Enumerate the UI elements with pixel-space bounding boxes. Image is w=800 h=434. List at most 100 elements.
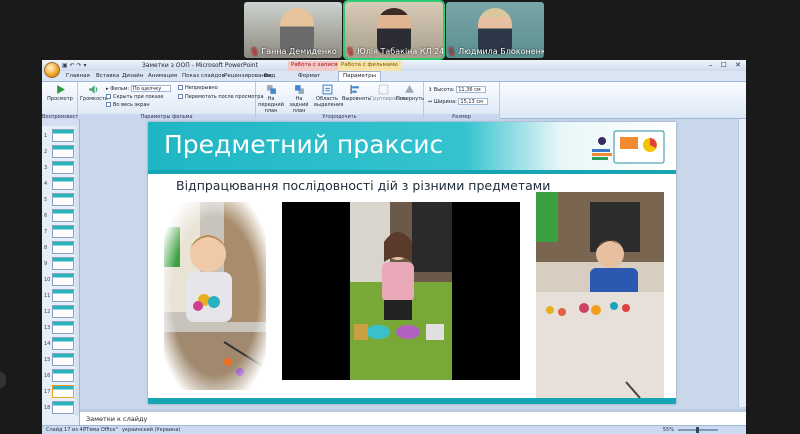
align-button[interactable]: Выровнять xyxy=(342,84,371,102)
bring-front-button[interactable]: На передний план xyxy=(258,84,284,114)
loop-checkbox[interactable]: Непрерывно xyxy=(178,85,218,91)
volume-button[interactable]: Громкость xyxy=(80,84,108,102)
mic-muted-icon: 🎙 xyxy=(446,47,457,56)
rotate-button[interactable]: Повернуть xyxy=(396,84,424,102)
presentation-illustration-icon xyxy=(592,130,665,164)
context-tab-picture: Работа с фильмами xyxy=(338,61,401,71)
slide-thumbnail[interactable]: 18 xyxy=(44,401,74,414)
status-theme: "Тема Office" xyxy=(84,427,118,433)
slide-thumbnail-number: 4 xyxy=(44,181,48,187)
ribbon-group-movie-options: Громкость ▸ Фильм: По щелчку Скрыть при … xyxy=(78,82,264,120)
height-input[interactable]: 11,36 см xyxy=(456,86,487,93)
slide-thumbnail[interactable]: 15 xyxy=(44,353,74,366)
preview-button[interactable]: Просмотр xyxy=(46,84,74,102)
align-icon xyxy=(350,85,359,94)
selection-pane-button[interactable]: Область выделения xyxy=(314,84,343,108)
tab-home[interactable]: Главная xyxy=(66,73,90,79)
slide-thumbnail[interactable]: 1 xyxy=(44,129,74,142)
slide-subtitle[interactable]: Відпрацювання послідовності дій з різним… xyxy=(176,178,550,193)
send-back-button[interactable]: На задний план xyxy=(286,84,312,114)
participant-tile-active[interactable]: 🎙 Юлія Табакіна КЛ 24 xyxy=(343,0,445,60)
ribbon-group-arrange: На передний план На задний план Область … xyxy=(256,82,424,120)
slide-thumbnail-number: 14 xyxy=(44,341,51,347)
status-language[interactable]: украинский (Украина) xyxy=(122,427,180,433)
quick-access-toolbar[interactable]: ▣ ↶ ↷ ▾ xyxy=(62,62,86,69)
group-icon xyxy=(378,84,388,95)
photo-boy-at-table[interactable] xyxy=(536,192,664,404)
slide-thumbnail-number: 7 xyxy=(44,229,48,235)
hide-during-show-checkbox[interactable]: Скрыть при показе xyxy=(106,94,164,100)
powerpoint-window: ▣ ↶ ↷ ▾ Заметки з ООП - Microsoft PowerP… xyxy=(42,60,746,434)
slide-thumbnail-number: 17 xyxy=(44,389,51,395)
slide-thumbnail[interactable]: 12 xyxy=(44,305,74,318)
tab-format[interactable]: Формат xyxy=(298,73,320,79)
slide-thumbnail-number: 6 xyxy=(44,213,48,219)
notes-pane[interactable]: Заметки к слайду xyxy=(80,409,746,425)
width-input[interactable]: 15,13 см xyxy=(458,98,489,105)
slide-canvas[interactable]: Предметний праксис Відпрацювання послідо… xyxy=(148,122,676,404)
speaker-icon xyxy=(88,85,97,94)
slide-header-band: Предметний праксис xyxy=(148,122,676,170)
slide-thumbnail[interactable]: 8 xyxy=(44,241,74,254)
slide-footer-band xyxy=(148,398,676,404)
slide-thumbnail-number: 18 xyxy=(44,405,51,411)
slide-thumbnail-number: 9 xyxy=(44,261,48,267)
slide-thumbnail-pane: 1 2 3 4 5 6 7 8 9 10 11 12 13 14 15 16 17 18 xyxy=(42,119,80,425)
status-bar: Слайд 17 из 40 "Тема Office" украинский … xyxy=(42,425,746,434)
tab-animation[interactable]: Анимация xyxy=(148,73,177,79)
slide-thumbnail-number: 12 xyxy=(44,309,51,315)
tab-options[interactable]: Параметры xyxy=(338,71,381,81)
slide-title[interactable]: Предметний праксис xyxy=(164,130,443,159)
slide-thumbnail[interactable]: 7 xyxy=(44,225,74,238)
status-zoom[interactable]: 55% xyxy=(663,427,674,433)
slide-thumbnail[interactable]: 2 xyxy=(44,145,74,158)
slide-scrollbar[interactable] xyxy=(738,119,746,407)
slide-thumbnail[interactable]: 14 xyxy=(44,337,74,350)
tab-view[interactable]: Вид xyxy=(264,73,275,79)
video-participant-strip: 🎙 Ганна Демиденко 🎙 Юлія Табакіна КЛ 24 🎙 Л… xyxy=(0,0,800,60)
rewind-checkbox[interactable]: Перемотать после просмотра xyxy=(178,94,264,100)
notes-placeholder: Заметки к слайду xyxy=(86,415,148,423)
participant-tile[interactable]: 🎙 Ганна Демиденко xyxy=(244,2,342,58)
slide-thumbnail[interactable]: 5 xyxy=(44,193,74,206)
slide-thumbnail[interactable]: 6 xyxy=(44,209,74,222)
slide-thumbnail[interactable]: 13 xyxy=(44,321,74,334)
slide-thumbnail[interactable]: 17 xyxy=(44,385,74,398)
slide-thumbnail[interactable]: 16 xyxy=(44,369,74,382)
slide-thumbnail[interactable]: 11 xyxy=(44,289,74,302)
slide-thumbnail-number: 10 xyxy=(44,277,51,283)
slide-thumbnail[interactable]: 10 xyxy=(44,273,74,286)
slide-thumbnail-number: 11 xyxy=(44,293,51,299)
office-button[interactable] xyxy=(44,62,60,78)
tab-design[interactable]: Дизайн xyxy=(122,73,143,79)
movie-start-select[interactable]: По щелчку xyxy=(130,85,171,92)
mic-muted-icon: 🎙 xyxy=(249,47,260,56)
slide-thumbnail[interactable]: 9 xyxy=(44,257,74,270)
photo-boy-with-toys[interactable] xyxy=(164,202,266,390)
status-slide-info: Слайд 17 из 40 xyxy=(46,427,86,433)
send-back-icon xyxy=(294,85,304,94)
group-button[interactable]: Группировать xyxy=(370,84,407,102)
slide-thumbnail-number: 5 xyxy=(44,197,48,203)
rotate-icon xyxy=(404,85,414,93)
header-underline xyxy=(148,170,676,174)
slide-thumbnail-number: 16 xyxy=(44,373,51,379)
pane-tabs[interactable] xyxy=(42,119,79,126)
slide-thumbnail-number: 2 xyxy=(44,149,48,155)
slide-thumbnail[interactable]: 4 xyxy=(44,177,74,190)
participant-tile[interactable]: 🎙 Людмила Блоконенко xyxy=(446,2,544,58)
zoom-slider[interactable] xyxy=(678,427,718,433)
window-controls[interactable]: – ☐ ✕ xyxy=(709,61,744,69)
tab-insert[interactable]: Вставка xyxy=(96,73,119,79)
bring-front-icon xyxy=(266,85,276,94)
workspace: 1 2 3 4 5 6 7 8 9 10 11 12 13 14 15 16 17 18 Предметний п… xyxy=(42,119,746,425)
participant-name: Людмила Блоконенко xyxy=(458,47,544,56)
tab-slideshow[interactable]: Показ слайдов xyxy=(182,73,225,79)
ribbon-group-size: ↕ Высота: 11,36 см ↔ Ширина: 15,13 см Ра… xyxy=(424,82,500,120)
fullscreen-checkbox[interactable]: Во весь экран xyxy=(106,102,150,108)
thumbnail-scrollbar[interactable] xyxy=(75,126,79,416)
ribbon-tabs: Главная Вставка Дизайн Анимация Показ сл… xyxy=(42,71,746,81)
slide-thumbnail[interactable]: 3 xyxy=(44,161,74,174)
video-girl-sorting-objects[interactable] xyxy=(282,202,520,380)
ribbon-group-play: Просмотр Воспроизвести xyxy=(42,82,82,120)
